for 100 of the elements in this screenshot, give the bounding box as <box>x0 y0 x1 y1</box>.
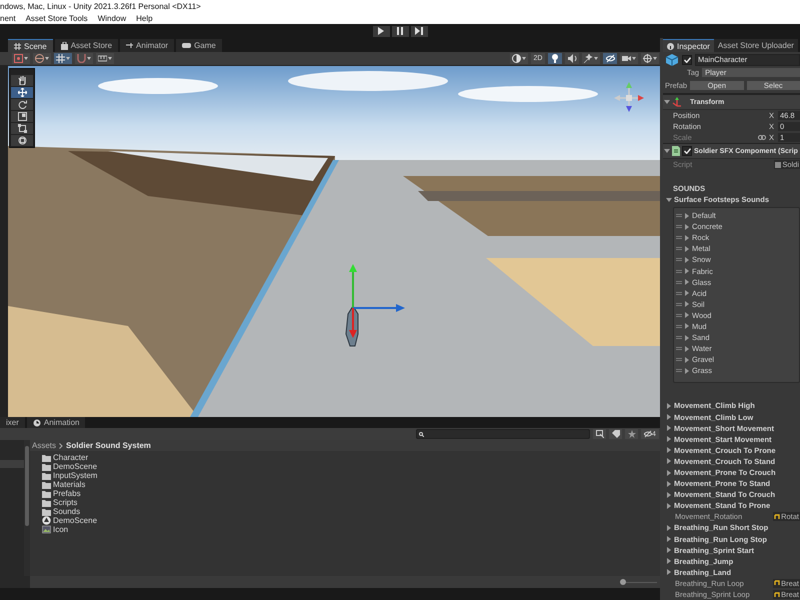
fold-arrow-icon[interactable] <box>664 148 670 154</box>
pause-button[interactable] <box>392 26 408 36</box>
tab[interactable]: Asset Store Uploader <box>714 39 798 52</box>
asset-item[interactable]: DemoScene <box>42 462 98 471</box>
drag-handle-icon[interactable] <box>676 214 682 218</box>
chevron-icon <box>59 442 64 448</box>
move-icon <box>18 88 26 97</box>
move-tool-button[interactable] <box>11 87 33 98</box>
drag-handle-icon[interactable] <box>676 270 682 273</box>
tab[interactable]: Game <box>176 39 222 52</box>
asset-item[interactable]: InputSystem <box>42 471 98 480</box>
tab[interactable]: ixer <box>0 417 25 428</box>
breadcrumb-item[interactable]: Soldier Sound System <box>66 441 151 450</box>
favorites-button[interactable] <box>625 429 638 439</box>
drag-handle-icon[interactable] <box>676 358 682 362</box>
rect-tool-icon <box>18 124 26 133</box>
asset-item[interactable]: Icon <box>42 525 68 534</box>
asset-item[interactable]: Scripts <box>42 498 78 507</box>
shading-icon <box>512 54 521 63</box>
scrollbar[interactable] <box>24 440 30 576</box>
gizmos-button[interactable] <box>641 53 659 64</box>
drag-handle-icon[interactable] <box>676 369 682 372</box>
menu-item[interactable]: Help <box>136 14 153 22</box>
ruler-icon <box>98 54 107 63</box>
tab[interactable]: Animation <box>26 417 86 428</box>
breadcrumb-item[interactable]: Assets <box>32 441 56 450</box>
menu-item[interactable]: nent <box>0 14 16 22</box>
clock-icon <box>32 418 41 426</box>
drag-handle-icon[interactable] <box>676 225 682 228</box>
drag-handle-icon[interactable] <box>676 292 682 295</box>
global-button[interactable] <box>33 53 51 64</box>
drag-handle-icon[interactable] <box>676 280 682 284</box>
light-button[interactable] <box>548 53 562 64</box>
fold-arrow-icon[interactable] <box>666 196 672 202</box>
caret-icon <box>522 57 526 60</box>
drag-handle-icon[interactable] <box>676 247 682 250</box>
hidden-eye-icon <box>644 430 652 438</box>
drag-handle-icon[interactable] <box>676 324 682 328</box>
gizmo-icon <box>643 54 652 63</box>
audio-clip-icon <box>774 580 780 586</box>
search-icon <box>419 432 424 436</box>
drag-handle-icon[interactable] <box>676 302 682 306</box>
link-icon[interactable] <box>758 135 766 140</box>
tab[interactable]: Inspector <box>663 39 714 52</box>
audio-clip-icon <box>774 592 780 598</box>
effects-button[interactable] <box>582 53 600 64</box>
scene-gizmo-icon[interactable] <box>614 82 644 112</box>
tab[interactable]: Animator <box>120 39 174 52</box>
drag-handle-icon[interactable] <box>676 236 682 240</box>
pivot-button[interactable] <box>12 53 30 64</box>
asset-item[interactable]: Prefabs <box>42 489 81 498</box>
rotate-tool-button[interactable] <box>11 99 33 110</box>
drag-handle-icon[interactable] <box>676 314 682 317</box>
camera-button[interactable] <box>620 53 638 64</box>
drag-handle-icon[interactable] <box>676 258 682 262</box>
info-icon <box>667 42 674 50</box>
step-button[interactable] <box>410 26 428 36</box>
grid-icon <box>14 42 21 50</box>
hand-tool-button[interactable] <box>11 75 33 86</box>
drag-handle-icon[interactable] <box>676 336 682 340</box>
active-checkbox[interactable] <box>682 54 692 64</box>
script-icon <box>775 162 782 168</box>
cube-icon <box>665 52 679 66</box>
nodes-icon <box>126 42 134 49</box>
fold-arrow-icon[interactable] <box>664 99 670 105</box>
visibility-button[interactable] <box>603 53 617 64</box>
label-filter-button[interactable] <box>609 429 622 439</box>
caret-icon <box>653 57 657 60</box>
asset-item[interactable]: DemoScene <box>42 516 98 525</box>
grid-button[interactable] <box>54 53 72 64</box>
grid-icon <box>56 54 65 63</box>
search-field[interactable] <box>416 429 590 439</box>
menu-item[interactable]: Window <box>98 14 126 22</box>
menu-item[interactable]: Asset Store Tools <box>26 14 88 22</box>
transform-tool-button[interactable] <box>11 135 33 146</box>
tab[interactable]: Scene <box>8 39 53 52</box>
caret-icon <box>24 57 28 60</box>
drag-handle-icon[interactable] <box>676 347 682 350</box>
caret-icon <box>594 57 598 60</box>
shading-button[interactable] <box>510 53 528 64</box>
rect-tool-button[interactable] <box>11 123 33 134</box>
snap-button[interactable] <box>75 53 93 64</box>
axes-icon <box>672 97 682 107</box>
tag-icon <box>612 430 620 438</box>
caret-icon <box>108 57 112 60</box>
slider-thumb[interactable] <box>620 579 626 585</box>
scale-tool-button[interactable] <box>11 111 33 122</box>
play-button[interactable] <box>372 26 390 36</box>
pivot-icon <box>14 54 23 63</box>
speaker-icon <box>568 54 576 63</box>
sphere-icon <box>35 54 44 63</box>
rotate-icon <box>18 100 26 109</box>
asset-item[interactable]: Materials <box>42 480 86 489</box>
type-filter-button[interactable] <box>593 429 606 439</box>
asset-item[interactable]: Sounds <box>42 507 80 516</box>
audio-button[interactable] <box>565 53 579 64</box>
increment-button[interactable] <box>96 53 114 64</box>
enabled-checkbox[interactable] <box>682 146 692 156</box>
asset-item[interactable]: Character <box>42 453 88 462</box>
tab[interactable]: Asset Store <box>54 39 118 52</box>
